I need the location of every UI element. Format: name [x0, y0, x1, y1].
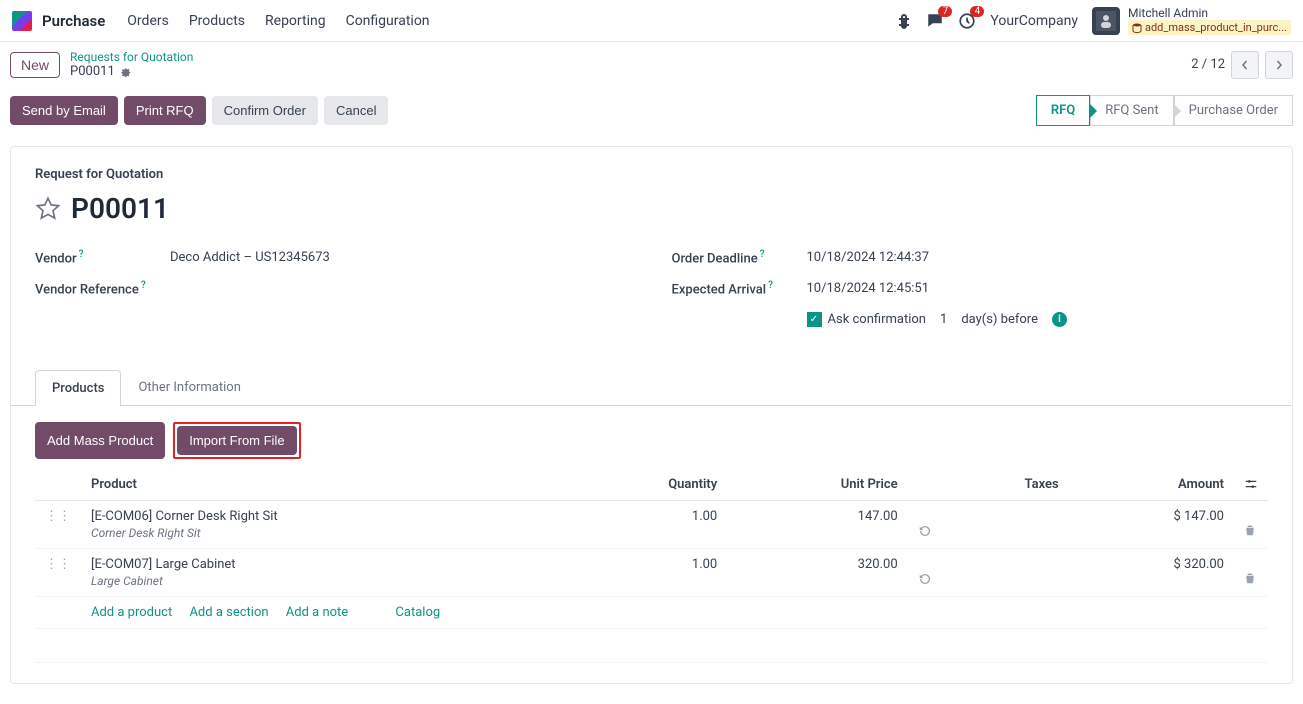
tab-products[interactable]: Products — [35, 370, 121, 406]
label-ask-confirmation: Ask confirmation — [828, 312, 927, 327]
confirm-order-button[interactable]: Confirm Order — [212, 96, 318, 125]
cell-qty[interactable]: 1.00 — [565, 548, 727, 596]
action-row: Send by Email Print RFQ Confirm Order Ca… — [10, 87, 1293, 134]
label-vendor-ref: Vendor Reference? — [35, 280, 170, 297]
import-from-file-button[interactable]: Import From File — [177, 426, 296, 455]
nav-orders[interactable]: Orders — [127, 13, 169, 29]
revert-icon[interactable] — [918, 524, 932, 538]
cell-taxes[interactable] — [942, 548, 1069, 596]
drag-handle-icon[interactable]: ⋮⋮ — [45, 509, 71, 524]
th-amount: Amount — [1069, 469, 1234, 501]
cell-product-name: [E-COM06] Corner Desk Right Sit — [91, 509, 555, 524]
table-row[interactable]: ⋮⋮ [E-COM06] Corner Desk Right Sit Corne… — [35, 500, 1268, 548]
value-confirm-days[interactable]: 1 — [940, 312, 947, 327]
section-label: Request for Quotation — [35, 167, 1268, 182]
user-menu[interactable]: Mitchell Admin add_mass_product_in_purc.… — [1092, 6, 1291, 35]
add-row: Add a product Add a section Add a note C… — [35, 596, 1268, 628]
drag-handle-icon[interactable]: ⋮⋮ — [45, 557, 71, 572]
form-sheet: Request for Quotation P00011 Vendor? Dec… — [10, 146, 1293, 684]
app-name[interactable]: Purchase — [42, 12, 105, 30]
value-vendor[interactable]: Deco Addict – US12345673 — [170, 250, 330, 265]
label-expected: Expected Arrival? — [672, 280, 807, 297]
star-icon[interactable] — [35, 196, 61, 222]
pager-next[interactable] — [1265, 51, 1293, 79]
th-unit-price: Unit Price — [727, 469, 907, 501]
help-icon[interactable]: ? — [760, 249, 765, 260]
status-bar: RFQ RFQ Sent Purchase Order — [1036, 95, 1293, 126]
chevron-left-icon — [1240, 60, 1250, 70]
company-name[interactable]: YourCompany — [990, 13, 1078, 29]
status-rfq-sent[interactable]: RFQ Sent — [1090, 95, 1173, 126]
database-icon — [1132, 23, 1142, 33]
messaging-badge: 7 — [938, 6, 952, 17]
add-section-link[interactable]: Add a section — [189, 605, 268, 620]
print-rfq-button[interactable]: Print RFQ — [124, 96, 206, 125]
document-title: P00011 — [71, 192, 169, 225]
column-settings-icon[interactable] — [1244, 477, 1258, 491]
help-icon[interactable]: ? — [768, 280, 773, 291]
cell-price[interactable]: 147.00 — [727, 500, 907, 548]
order-lines-table: Product Quantity Unit Price Taxes Amount — [35, 469, 1268, 663]
value-expected[interactable]: 10/18/2024 12:45:51 — [807, 281, 930, 296]
help-icon[interactable]: ? — [79, 249, 84, 260]
tabs: Products Other Information — [11, 369, 1292, 406]
cell-product-name: [E-COM07] Large Cabinet — [91, 557, 555, 572]
cell-taxes[interactable] — [942, 500, 1069, 548]
chevron-right-icon — [1274, 60, 1284, 70]
topbar: Purchase Orders Products Reporting Confi… — [0, 0, 1303, 42]
cancel-button[interactable]: Cancel — [324, 96, 388, 125]
cell-qty[interactable]: 1.00 — [565, 500, 727, 548]
status-purchase-order[interactable]: Purchase Order — [1174, 95, 1293, 126]
breadcrumb-row: New Requests for Quotation P00011 2 / 12 — [0, 42, 1303, 87]
nav-configuration[interactable]: Configuration — [346, 13, 430, 29]
app-logo[interactable] — [12, 11, 32, 31]
avatar — [1092, 7, 1120, 35]
th-taxes: Taxes — [942, 469, 1069, 501]
cell-price[interactable]: 320.00 — [727, 548, 907, 596]
help-icon[interactable]: ? — [141, 280, 146, 291]
tab-other-information[interactable]: Other Information — [121, 369, 257, 405]
status-rfq[interactable]: RFQ — [1036, 95, 1090, 126]
nav-reporting[interactable]: Reporting — [265, 13, 326, 29]
nav-products[interactable]: Products — [189, 13, 245, 29]
label-vendor: Vendor? — [35, 249, 170, 266]
value-deadline[interactable]: 10/18/2024 12:44:37 — [807, 250, 930, 265]
add-product-link[interactable]: Add a product — [91, 605, 172, 620]
highlight-box: Import From File — [173, 422, 300, 459]
info-icon[interactable]: i — [1052, 312, 1067, 327]
pager-text: 2 / 12 — [1191, 57, 1225, 72]
messaging-icon[interactable]: 7 — [926, 12, 944, 30]
gear-icon[interactable] — [119, 66, 131, 78]
cell-amount: $ 147.00 — [1069, 500, 1234, 548]
user-name-label: Mitchell Admin — [1128, 6, 1291, 20]
cell-product-desc: Large Cabinet — [91, 574, 555, 588]
th-quantity: Quantity — [565, 469, 727, 501]
label-deadline: Order Deadline? — [672, 249, 807, 266]
add-mass-product-button[interactable]: Add Mass Product — [35, 422, 165, 459]
activities-icon[interactable]: 4 — [958, 12, 976, 30]
trash-icon[interactable] — [1244, 572, 1258, 584]
cell-product-desc: Corner Desk Right Sit — [91, 526, 555, 540]
cell-amount: $ 320.00 — [1069, 548, 1234, 596]
add-note-link[interactable]: Add a note — [286, 605, 348, 620]
th-product: Product — [81, 469, 565, 501]
pager-prev[interactable] — [1231, 51, 1259, 79]
file-tag[interactable]: add_mass_product_in_purc... — [1128, 20, 1291, 35]
breadcrumb-current: P00011 — [70, 64, 193, 79]
debug-icon[interactable] — [896, 13, 912, 29]
activities-badge: 4 — [970, 6, 984, 17]
table-row[interactable]: ⋮⋮ [E-COM07] Large Cabinet Large Cabinet… — [35, 548, 1268, 596]
label-days-before: day(s) before — [961, 312, 1038, 327]
catalog-link[interactable]: Catalog — [395, 605, 440, 620]
trash-icon[interactable] — [1244, 524, 1258, 536]
new-button[interactable]: New — [10, 52, 60, 78]
send-email-button[interactable]: Send by Email — [10, 96, 118, 125]
breadcrumb-parent[interactable]: Requests for Quotation — [70, 50, 193, 64]
checkbox-ask-confirmation[interactable]: ✓ — [807, 312, 822, 327]
revert-icon[interactable] — [918, 572, 932, 586]
